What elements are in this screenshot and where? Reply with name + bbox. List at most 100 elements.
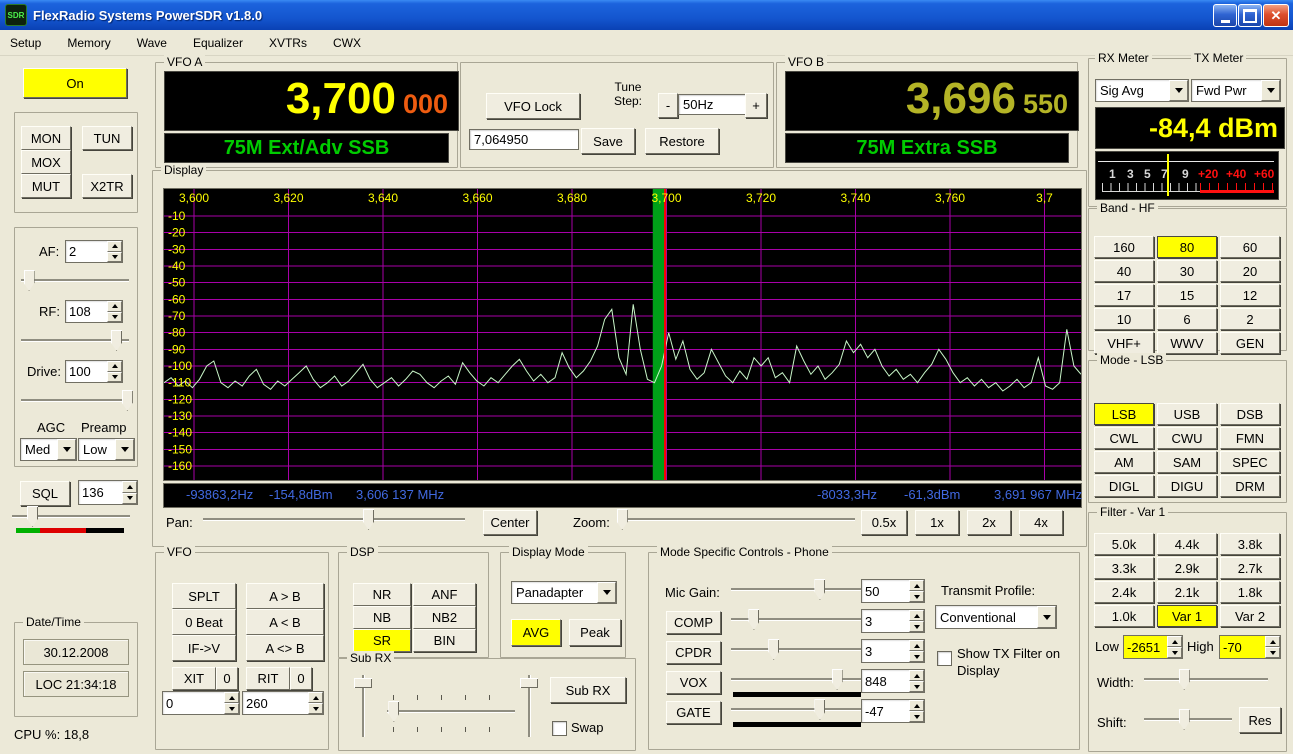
xit-value[interactable]: 0 [163, 692, 224, 714]
filter-high-arrows[interactable] [1265, 636, 1280, 658]
zoom-2x-button[interactable]: 2x [967, 510, 1011, 535]
filter-low-value[interactable]: -2651 [1124, 636, 1167, 658]
vfo-b-digits[interactable]: 3,696 [906, 72, 1016, 126]
xit-button[interactable]: XIT [172, 667, 216, 690]
filter-button-38k[interactable]: 3.8k [1220, 533, 1280, 555]
preamp-dropdown-arrow-icon[interactable] [115, 439, 134, 460]
sql-slider-thumb[interactable] [27, 506, 39, 527]
tx-meter-dropdown[interactable]: Fwd Pwr [1191, 79, 1281, 102]
xit-spinner-arrows[interactable] [224, 692, 239, 714]
af-slider-thumb[interactable] [23, 270, 35, 291]
pan-slider-thumb[interactable] [363, 509, 375, 530]
avg-button[interactable]: AVG [511, 619, 561, 646]
rit-button[interactable]: RIT [246, 667, 290, 690]
mode-button-cwu[interactable]: CWU [1157, 427, 1217, 449]
filter-button-29k[interactable]: 2.9k [1157, 557, 1217, 579]
filter-button-27k[interactable]: 2.7k [1220, 557, 1280, 579]
restore-button[interactable]: Restore [645, 128, 719, 154]
band-button-6[interactable]: 6 [1157, 308, 1217, 330]
filter-width-slider[interactable] [1144, 669, 1268, 690]
rf-value[interactable]: 108 [66, 301, 107, 322]
minimize-button[interactable] [1213, 4, 1237, 27]
rx-meter-dropdown[interactable]: Sig Avg [1095, 79, 1189, 102]
rit-spinner[interactable]: 260 [242, 691, 324, 715]
filter-button-33k[interactable]: 3.3k [1094, 557, 1154, 579]
zoom-slider-thumb[interactable] [616, 509, 628, 530]
preamp-dropdown[interactable]: Low [78, 438, 135, 461]
comp-button[interactable]: COMP [666, 611, 721, 634]
vfo-lock-button[interactable]: VFO Lock [486, 93, 580, 119]
filter-low-arrows[interactable] [1167, 636, 1182, 658]
menu-wave[interactable]: Wave [137, 36, 167, 50]
filter-button-18k[interactable]: 1.8k [1220, 581, 1280, 603]
title-bar[interactable]: SDR FlexRadio Systems PowerSDR v1.8.0 [0, 0, 1293, 30]
filter-shift-thumb[interactable] [1178, 709, 1190, 730]
filter-shift-slider[interactable] [1144, 709, 1232, 730]
mox-button[interactable]: MOX [21, 150, 71, 174]
af-spinner-arrows[interactable] [107, 241, 122, 262]
mic-gain-arrows[interactable] [909, 580, 924, 602]
mon-button[interactable]: MON [21, 126, 71, 150]
split-button[interactable]: SPLT [172, 583, 236, 609]
rf-slider-thumb[interactable] [111, 330, 123, 351]
mode-button-digl[interactable]: DIGL [1094, 475, 1154, 497]
power-on-button[interactable]: On [23, 68, 127, 98]
vfo-a-frequency-display[interactable]: 3,700 000 [164, 71, 459, 131]
gate-slider[interactable] [731, 699, 863, 720]
sql-spinner[interactable]: 136 [78, 480, 138, 505]
cpdr-thumb[interactable] [768, 639, 780, 660]
gate-value[interactable]: -47 [862, 700, 909, 722]
swap-checkbox[interactable] [552, 721, 567, 736]
band-button-15[interactable]: 15 [1157, 284, 1217, 306]
mode-button-drm[interactable]: DRM [1220, 475, 1280, 497]
drive-slider-thumb[interactable] [121, 390, 133, 411]
band-button-60[interactable]: 60 [1220, 236, 1280, 258]
nb2-button[interactable]: NB2 [413, 606, 476, 629]
mic-gain-thumb[interactable] [814, 579, 826, 600]
band-button-20[interactable]: 20 [1220, 260, 1280, 282]
vox-arrows[interactable] [909, 670, 924, 692]
vox-spinner[interactable]: 848 [861, 669, 925, 693]
mode-button-am[interactable]: AM [1094, 451, 1154, 473]
mode-button-spec[interactable]: SPEC [1220, 451, 1280, 473]
menu-setup[interactable]: Setup [10, 36, 41, 50]
comp-thumb[interactable] [748, 609, 760, 630]
drive-value[interactable]: 100 [66, 361, 107, 382]
mic-gain-spinner[interactable]: 50 [861, 579, 925, 603]
tune-step-minus-button[interactable]: - [658, 93, 678, 118]
center-button[interactable]: Center [483, 510, 537, 535]
sub-rx-button[interactable]: Sub RX [550, 677, 626, 703]
af-spinner[interactable]: 2 [65, 240, 123, 263]
sub-rx-pan-thumb[interactable] [388, 701, 400, 722]
mic-gain-slider[interactable] [731, 579, 863, 600]
band-button-30[interactable]: 30 [1157, 260, 1217, 282]
cpdr-button[interactable]: CPDR [666, 641, 721, 664]
sql-slider[interactable] [12, 506, 130, 527]
filter-button-21k[interactable]: 2.1k [1157, 581, 1217, 603]
zero-beat-button[interactable]: 0 Beat [172, 609, 236, 635]
mode-button-digu[interactable]: DIGU [1157, 475, 1217, 497]
mode-button-fmn[interactable]: FMN [1220, 427, 1280, 449]
x2tr-button[interactable]: X2TR [82, 174, 132, 198]
vox-thumb[interactable] [831, 669, 843, 690]
filter-button-50k[interactable]: 5.0k [1094, 533, 1154, 555]
rf-slider[interactable] [21, 330, 129, 351]
sub-rx-zero-thumb[interactable] [520, 678, 538, 688]
comp-slider[interactable] [731, 609, 863, 630]
band-button-vhf[interactable]: VHF+ [1094, 332, 1154, 354]
tun-button[interactable]: TUN [82, 126, 132, 150]
cpdr-slider[interactable] [731, 639, 863, 660]
zoom-4x-button[interactable]: 4x [1019, 510, 1063, 535]
menu-equalizer[interactable]: Equalizer [193, 36, 243, 50]
sub-rx-pan-slider[interactable] [387, 701, 515, 722]
filter-high-value[interactable]: -70 [1220, 636, 1265, 658]
vfo-a-digits[interactable]: 3,700 [286, 72, 396, 126]
menu-memory[interactable]: Memory [67, 36, 110, 50]
menu-cwx[interactable]: CWX [333, 36, 361, 50]
band-button-gen[interactable]: GEN [1220, 332, 1280, 354]
save-button[interactable]: Save [581, 128, 635, 154]
agc-dropdown-arrow-icon[interactable] [57, 439, 76, 460]
band-button-80[interactable]: 80 [1157, 236, 1217, 258]
pan-slider[interactable] [203, 509, 465, 530]
cpdr-value[interactable]: 3 [862, 640, 909, 662]
